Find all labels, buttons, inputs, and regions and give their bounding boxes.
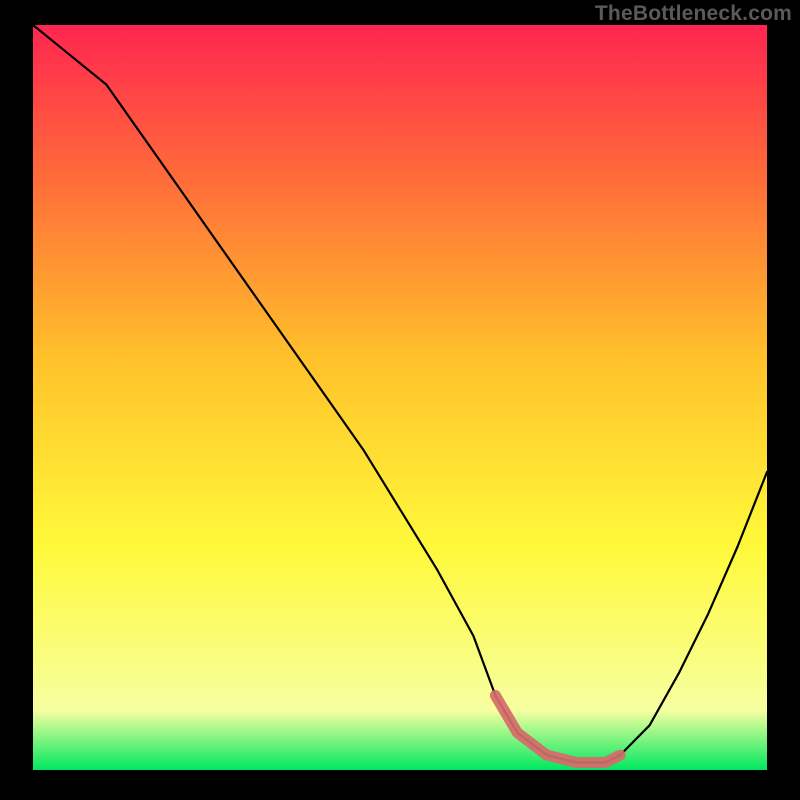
bottleneck-chart <box>0 0 800 800</box>
chart-frame: TheBottleneck.com <box>0 0 800 800</box>
watermark-text: TheBottleneck.com <box>595 2 792 26</box>
